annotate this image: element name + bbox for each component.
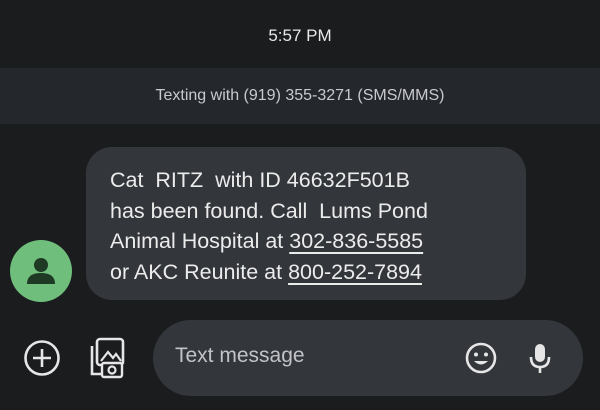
add-icon [24, 340, 60, 376]
message-line: Animal Hospital at 302-836-5585 [110, 226, 506, 257]
voice-input-button[interactable] [525, 338, 555, 378]
texting-with-banner: Texting with (919) 355-3271 (SMS/MMS) [0, 68, 600, 124]
gallery-button[interactable] [86, 334, 130, 382]
phone-link-akc-reunite[interactable]: 800-252-7894 [288, 260, 422, 284]
message-line: has been found. Call Lums Pond [110, 198, 428, 223]
message-text: or AKC Reunite at [110, 259, 289, 284]
message-text: Animal Hospital at [110, 229, 290, 253]
message-line: Cat RITZ with ID 46632F501B [110, 168, 410, 192]
incoming-message-bubble[interactable]: Cat RITZ with ID 46632F501B has been fou… [86, 147, 526, 300]
message-composer[interactable]: Text message [153, 320, 583, 396]
emoji-icon [465, 342, 497, 374]
texting-with-label: Texting with (919) 355-3271 (SMS/MMS) [155, 87, 445, 104]
text-message-input[interactable]: Text message [175, 344, 305, 368]
status-time: 5:57 PM [268, 26, 332, 45]
emoji-button[interactable] [461, 338, 501, 378]
message-line: or AKC Reunite at 800-252-7894 [110, 257, 506, 288]
person-icon [27, 258, 55, 284]
mic-icon [529, 344, 551, 373]
contact-avatar[interactable] [10, 240, 72, 302]
add-attachment-button[interactable] [20, 336, 64, 380]
gallery-icon [90, 337, 125, 379]
phone-link-lums-pond[interactable]: 302-836-5585 [289, 229, 423, 253]
